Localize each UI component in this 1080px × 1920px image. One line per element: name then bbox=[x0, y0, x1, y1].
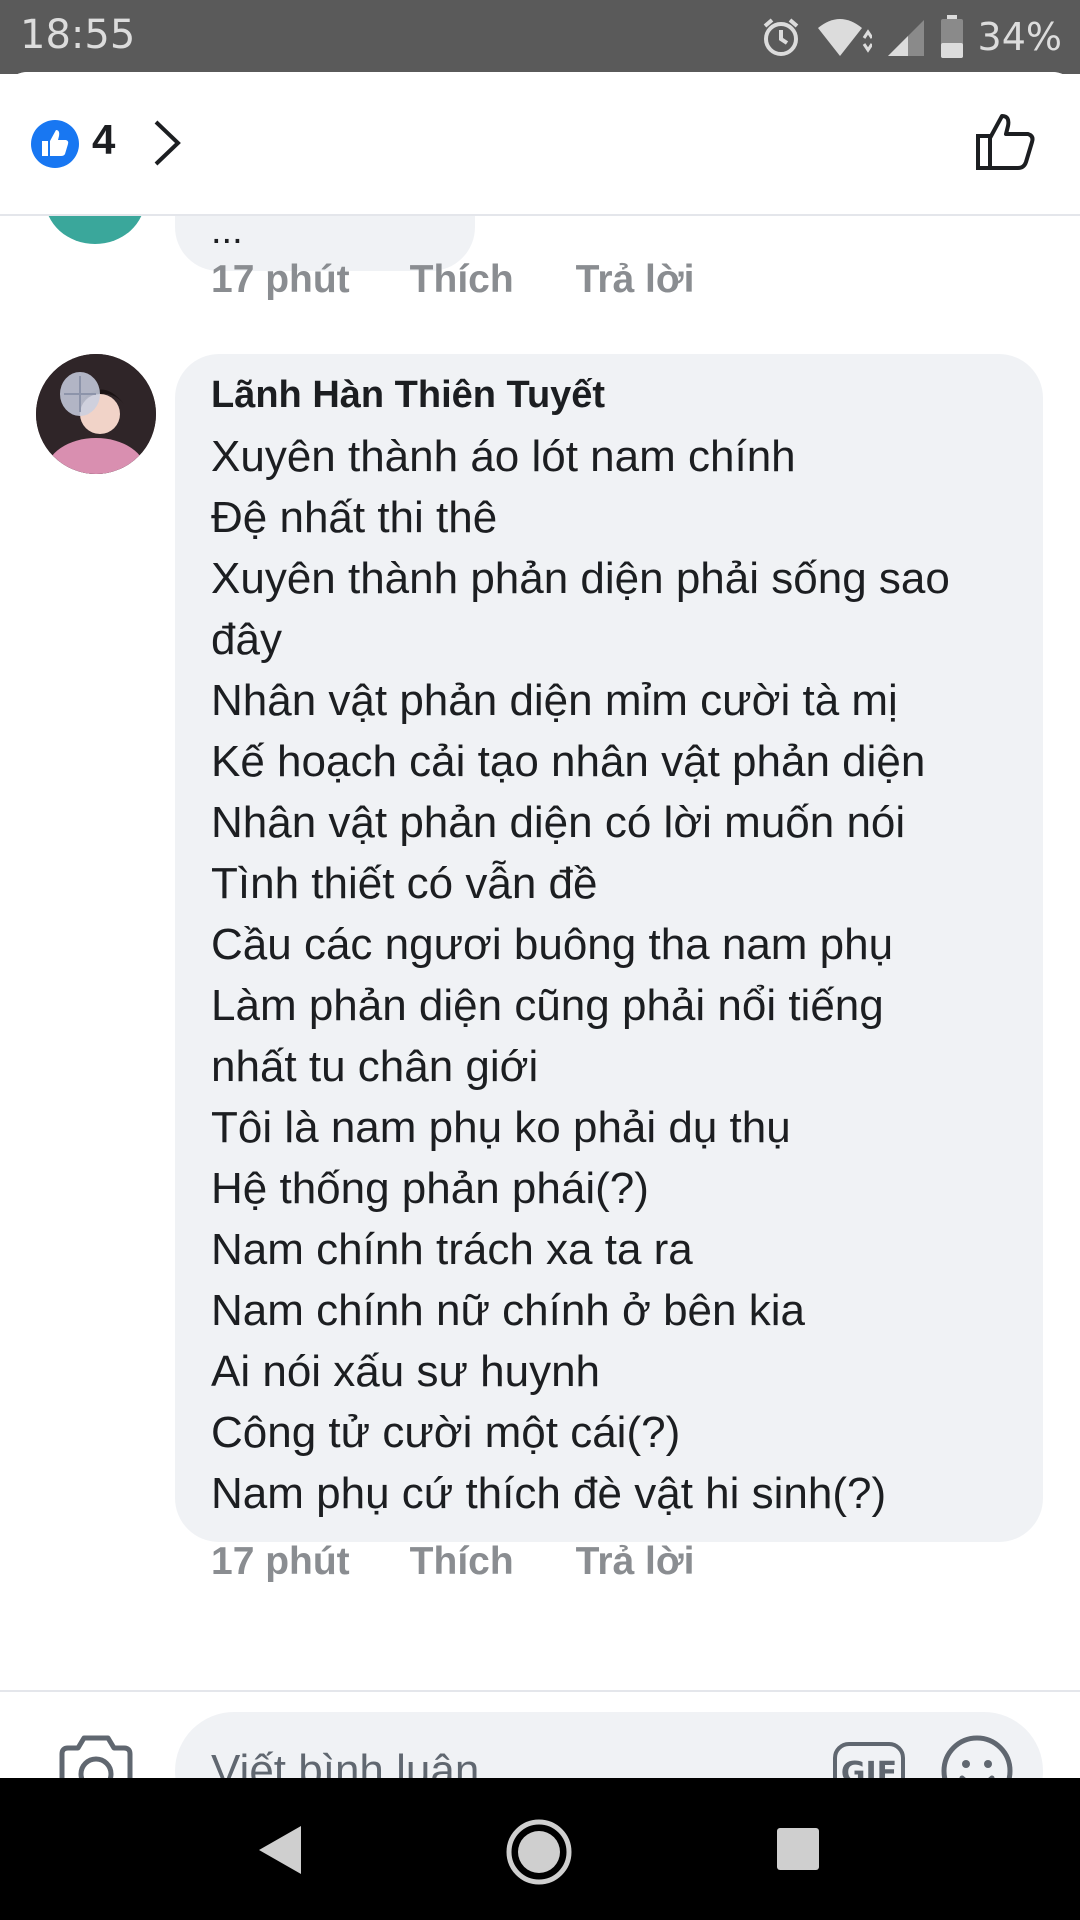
comment-line: Kế hoạch cải tạo nhân vật phản diện bbox=[211, 737, 926, 786]
comment-body: Xuyên thành áo lót nam chính Đệ nhất thi… bbox=[211, 426, 1031, 1524]
comment-line: Tôi là nam phụ ko phải dụ thụ bbox=[211, 1103, 791, 1152]
home-icon[interactable] bbox=[505, 1818, 573, 1886]
comments-sheet: 4 ... 17 phút Thích Trả lời Lãnh Hàn Thi… bbox=[0, 72, 1080, 1778]
navigation-bar bbox=[0, 1778, 1080, 1920]
like-link[interactable]: Thích bbox=[410, 258, 514, 302]
comment-line: Hệ thống phản phái(?) bbox=[211, 1164, 649, 1213]
comment-author[interactable]: Lãnh Hàn Thiên Tuyết bbox=[211, 374, 605, 417]
avatar[interactable] bbox=[36, 354, 156, 474]
comment-line: Nam chính trách xa ta ra bbox=[211, 1225, 693, 1274]
chevron-right-icon[interactable] bbox=[150, 118, 184, 168]
comment-line: Xuyên thành áo lót nam chính bbox=[211, 432, 796, 481]
thumbs-up-outline-icon[interactable] bbox=[974, 110, 1038, 174]
comment-bubble[interactable]: Lãnh Hàn Thiên Tuyết Xuyên thành áo lót … bbox=[175, 354, 1043, 1542]
comment-line: đây bbox=[211, 615, 282, 664]
alarm-icon bbox=[763, 18, 798, 56]
comment-line: Tình thiết có vẫn đề bbox=[211, 859, 598, 908]
status-bar: 18:55 34% bbox=[0, 0, 1080, 74]
back-icon[interactable] bbox=[255, 1822, 305, 1878]
comment-line: Ai nói xấu sư huynh bbox=[211, 1347, 601, 1396]
comment-text: ... bbox=[211, 214, 243, 252]
comment-input[interactable] bbox=[175, 1712, 1043, 1778]
comment-line: Nhân vật phản diện có lời muốn nói bbox=[211, 798, 906, 847]
status-time: 18:55 bbox=[20, 12, 136, 58]
avatar-image bbox=[36, 354, 156, 474]
comment-line: Đệ nhất thi thê bbox=[211, 493, 498, 542]
sheet-header: 4 bbox=[0, 72, 1080, 216]
battery-icon bbox=[940, 15, 963, 58]
like-link[interactable]: Thích bbox=[410, 1540, 514, 1584]
comment-line: Cầu các ngươi buông tha nam phụ bbox=[211, 920, 894, 969]
emoji-icon[interactable] bbox=[940, 1734, 1014, 1778]
comment-meta: 17 phút Thích Trả lời bbox=[211, 1540, 694, 1584]
like-reaction-icon[interactable] bbox=[30, 119, 80, 169]
comments-list: ... 17 phút Thích Trả lời Lãnh Hàn Thiên… bbox=[0, 214, 1080, 1690]
comment-line: Xuyên thành phản diện phải sống sao bbox=[211, 554, 950, 603]
comment-meta: 17 phút Thích Trả lời bbox=[211, 258, 694, 302]
comment-line: Làm phản diện cũng phải nổi tiếng bbox=[211, 981, 884, 1030]
comment-line: Công tử cười một cái(?) bbox=[211, 1408, 681, 1457]
comment-composer: GIF bbox=[0, 1690, 1080, 1778]
reply-link[interactable]: Trả lời bbox=[576, 258, 695, 302]
comment-line: Nhân vật phản diện mỉm cười tà mị bbox=[211, 676, 898, 725]
comment-line: Nam chính nữ chính ở bên kia bbox=[211, 1286, 805, 1335]
comment-line: Nam phụ cứ thích đè vật hi sinh(?) bbox=[211, 1469, 887, 1518]
reply-link[interactable]: Trả lời bbox=[576, 1540, 695, 1584]
battery-percent: 34% bbox=[977, 15, 1062, 59]
wifi-icon bbox=[817, 19, 872, 56]
signal-icon bbox=[887, 20, 924, 56]
comment-time: 17 phút bbox=[211, 1540, 350, 1583]
reaction-count[interactable]: 4 bbox=[92, 116, 115, 164]
recents-icon[interactable] bbox=[775, 1826, 821, 1872]
avatar[interactable] bbox=[45, 214, 145, 244]
gif-button[interactable]: GIF bbox=[833, 1742, 905, 1778]
camera-icon[interactable] bbox=[58, 1734, 134, 1778]
status-icons: 34% bbox=[760, 12, 1062, 62]
comment-line: nhất tu chân giới bbox=[211, 1042, 539, 1091]
comment-time: 17 phút bbox=[211, 258, 350, 301]
